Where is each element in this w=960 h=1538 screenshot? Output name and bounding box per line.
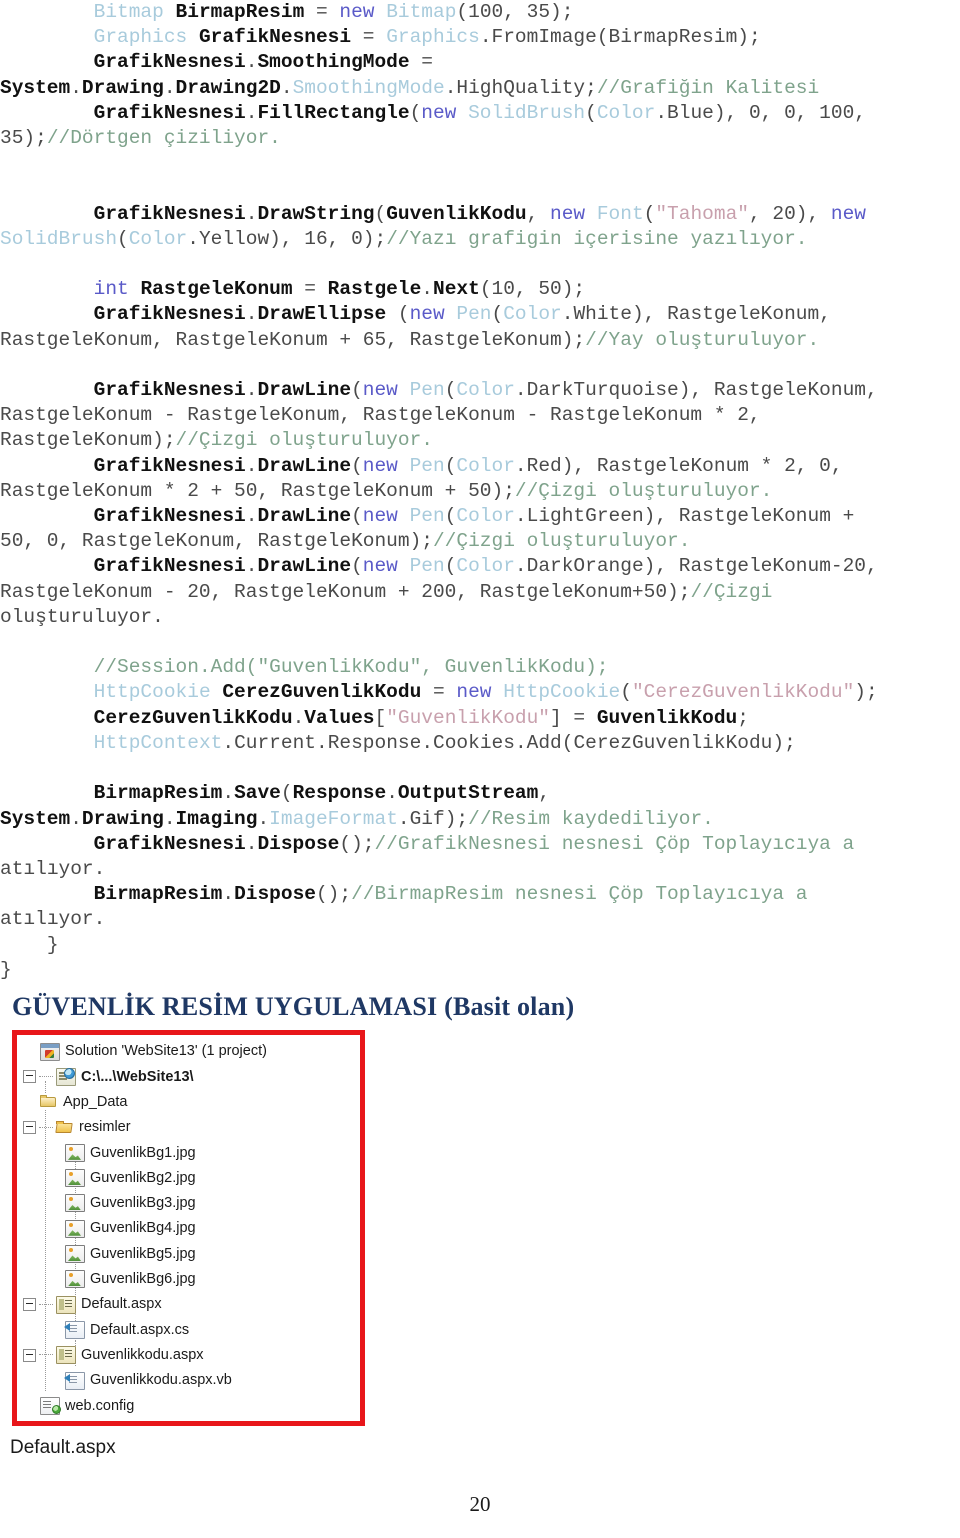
code-line: CerezGuvenlikKodu.Values["GuvenlikKodu"]…: [93, 706, 749, 729]
tree-connector: [39, 1354, 53, 1356]
tree-node-guvenlikbg4-jpg[interactable]: GuvenlikBg4.jpg: [17, 1216, 360, 1241]
section-heading: GÜVENLİK RESİM UYGULAMASI (Basit olan): [12, 992, 575, 1021]
code-behind-icon: [64, 1371, 85, 1390]
tree-node-c-website13[interactable]: C:\...\WebSite13\: [17, 1064, 360, 1089]
tree-node-label: web.config: [65, 1397, 135, 1414]
tree-node-guvenlikkodu-aspx[interactable]: Guvenlikkodu.aspx: [17, 1343, 360, 1368]
image-file-icon: [65, 1270, 85, 1289]
image-file-icon: [65, 1194, 85, 1213]
code-line: GrafikNesnesi.DrawLine(new Pen(Color.Lig…: [93, 505, 855, 528]
code-line: GrafikNesnesi.FillRectangle(new SolidBru…: [93, 101, 866, 124]
tree-node-label: Default.aspx.cs: [90, 1321, 190, 1338]
tree-expander-icon[interactable]: [23, 1298, 36, 1312]
tree-expander-icon[interactable]: [23, 1121, 36, 1135]
image-file-icon: [65, 1219, 85, 1238]
image-file-icon: [65, 1143, 85, 1162]
aspx-page-icon: [56, 1295, 76, 1314]
tree-node-guvenlikbg6-jpg[interactable]: GuvenlikBg6.jpg: [17, 1267, 360, 1292]
code-line: Bitmap BirmapResim = new Bitmap(100, 35)…: [93, 1, 574, 23]
code-line: GrafikNesnesi.DrawLine(new Pen(Color.Dar…: [93, 555, 878, 578]
tree-connector: [39, 1303, 53, 1306]
code-line: }: [0, 933, 59, 956]
code-line: GrafikNesnesi.DrawString(GuvenlikKodu, n…: [93, 202, 867, 225]
aspx-page-icon: [56, 1346, 76, 1365]
config-file-icon: [40, 1396, 61, 1415]
tree-node-label: Solution 'WebSite13' (1 project): [65, 1043, 267, 1060]
tree-node-label: GuvenlikBg4.jpg: [90, 1220, 196, 1237]
code-line: int RastgeleKonum = Rastgele.Next(10, 50…: [93, 278, 586, 301]
code-line: atılıyor.: [0, 857, 106, 880]
tree-node-guvenlikbg2-jpg[interactable]: GuvenlikBg2.jpg: [17, 1165, 360, 1190]
code-line: RastgeleKonum, RastgeleKonum + 65, Rastg…: [0, 328, 820, 351]
code-line: 35);//Dörtgen çiziliyor.: [0, 127, 281, 150]
tree-node-resimler[interactable]: resimler: [17, 1115, 360, 1140]
tree-node-label: Default.aspx: [81, 1296, 162, 1313]
code-line: SolidBrush(Color.Yellow), 16, 0);//Yazı …: [0, 227, 808, 250]
code-line: //Session.Add("GuvenlikKodu", GuvenlikKo…: [93, 656, 609, 679]
code-line: atılıyor.: [0, 908, 106, 931]
solution-explorer-screenshot: Solution 'WebSite13' (1 project) C:\...\W…: [12, 1030, 365, 1426]
tree-node-guvenlikbg5-jpg[interactable]: GuvenlikBg5.jpg: [17, 1241, 360, 1266]
folder-open-icon: [56, 1120, 74, 1136]
image-file-icon: [65, 1169, 85, 1188]
tree-node-label: C:\...\WebSite13\: [81, 1068, 194, 1085]
web-project-icon: [56, 1067, 76, 1086]
tree-node-web-config[interactable]: web.config: [17, 1393, 360, 1418]
tree-node-guvenlikkodu-aspx-vb[interactable]: Guvenlikkodu.aspx.vb: [17, 1368, 360, 1393]
solution-tree: Solution 'WebSite13' (1 project) C:\...\W…: [17, 1035, 360, 1418]
tree-node-default-aspx[interactable]: Default.aspx: [17, 1292, 360, 1317]
code-line: GrafikNesnesi.DrawLine(new Pen(Color.Dar…: [93, 379, 878, 402]
code-line: }: [0, 958, 12, 981]
code-line: GrafikNesnesi.SmoothingMode =: [93, 51, 433, 74]
tree-connector: [39, 1126, 53, 1129]
code-line: GrafikNesnesi.Dispose();//GrafikNesnesi …: [93, 832, 855, 855]
code-line: oluşturuluyor.: [0, 605, 164, 628]
tree-node-label: GuvenlikBg2.jpg: [90, 1169, 196, 1186]
solution-icon: [40, 1042, 60, 1061]
image-file-icon: [65, 1245, 85, 1264]
tree-node-app-data[interactable]: App_Data: [17, 1090, 360, 1115]
code-line: RastgeleKonum * 2 + 50, RastgeleKonum + …: [0, 479, 773, 502]
code-listing: Bitmap BirmapResim = new Bitmap(100, 35)…: [0, 0, 960, 983]
tree-node-label: App_Data: [63, 1093, 128, 1110]
page-number: 20: [469, 1492, 491, 1516]
tree-node-label: GuvenlikBg6.jpg: [90, 1271, 196, 1288]
folder-closed-icon: [40, 1094, 58, 1111]
code-line: RastgeleKonum - RastgeleKonum, RastgeleK…: [0, 404, 761, 427]
tree-node-label: resimler: [79, 1119, 131, 1136]
code-line: GrafikNesnesi.DrawEllipse (new Pen(Color…: [93, 303, 831, 326]
tree-node-label: GuvenlikBg1.jpg: [90, 1144, 196, 1161]
code-line: RastgeleKonum);//Çizgi oluşturuluyor.: [0, 429, 433, 452]
tree-expander-icon[interactable]: [23, 1348, 36, 1362]
code-line: 50, 0, RastgeleKonum, RastgeleKonum);//Ç…: [0, 530, 691, 553]
code-line: GrafikNesnesi.DrawLine(new Pen(Color.Red…: [93, 454, 843, 477]
figure-caption: Default.aspx: [10, 1437, 116, 1458]
tree-node-label: GuvenlikBg5.jpg: [90, 1245, 196, 1262]
code-line: System.Drawing.Drawing2D.SmoothingMode.H…: [0, 76, 820, 99]
code-line: BirmapResim.Save(Response.OutputStream,: [93, 782, 551, 805]
code-line: HttpCookie CerezGuvenlikKodu = new HttpC…: [93, 681, 878, 704]
tree-node-label: Guvenlikkodu.aspx: [81, 1346, 204, 1363]
code-line: Graphics GrafikNesnesi = Graphics.FromIm…: [93, 26, 761, 49]
tree-node-label: GuvenlikBg3.jpg: [90, 1195, 196, 1212]
code-line: RastgeleKonum - 20, RastgeleKonum + 200,…: [0, 580, 773, 603]
tree-node-label: Guvenlikkodu.aspx.vb: [90, 1372, 232, 1389]
tree-node-solution-website13-1-project[interactable]: Solution 'WebSite13' (1 project): [17, 1039, 360, 1064]
code-line: BirmapResim.Dispose();//BirmapResim nesn…: [93, 883, 808, 906]
tree-connector: [39, 1075, 53, 1078]
code-behind-icon: [64, 1320, 85, 1339]
tree-node-guvenlikbg1-jpg[interactable]: GuvenlikBg1.jpg: [17, 1140, 360, 1165]
tree-node-guvenlikbg3-jpg[interactable]: GuvenlikBg3.jpg: [17, 1191, 360, 1216]
tree-expander-icon[interactable]: [23, 1070, 36, 1084]
tree-node-default-aspx-cs[interactable]: Default.aspx.cs: [17, 1317, 360, 1342]
code-line: System.Drawing.Imaging.ImageFormat.Gif);…: [0, 807, 714, 830]
code-line: HttpContext.Current.Response.Cookies.Add…: [93, 731, 796, 754]
